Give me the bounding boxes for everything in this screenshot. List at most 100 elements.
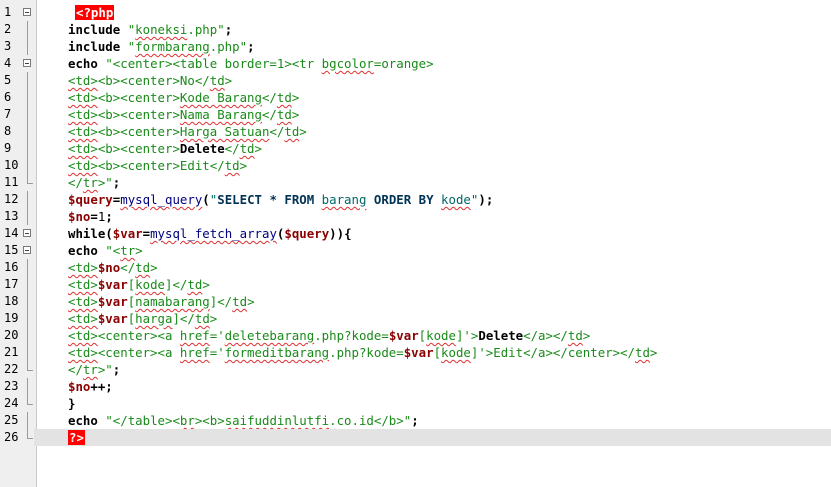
fold-guide-line bbox=[23, 208, 34, 225]
code-area[interactable]: 1 <?php 2 include "koneksi.php"; 3 include "f… bbox=[0, 4, 831, 446]
code-token: td bbox=[224, 158, 240, 173]
code-token: kode bbox=[441, 192, 471, 207]
code-token: mysql_fetch_array bbox=[150, 226, 277, 241]
code-text: echo "</table><br><b>saifuddinlutfi.co.i… bbox=[68, 412, 419, 429]
code-token: ; bbox=[411, 413, 419, 428]
code-token: href bbox=[179, 328, 210, 343]
code-token: ( bbox=[202, 192, 210, 207]
code-line[interactable]: 16 <td>$no</td> bbox=[0, 259, 831, 276]
code-token: >" bbox=[97, 362, 113, 377]
code-token: > bbox=[209, 311, 218, 326]
code-text: <td>$var[harga]</td> bbox=[68, 310, 217, 327]
code-token: koneksi bbox=[135, 22, 188, 37]
code-token: saifuddinlutfi bbox=[224, 413, 330, 428]
code-line[interactable]: 1 <?php bbox=[0, 4, 831, 21]
code-token: > bbox=[239, 158, 248, 173]
fold-toggle-icon[interactable] bbox=[23, 4, 34, 21]
code-token: > bbox=[202, 277, 210, 292]
code-token: </ bbox=[261, 107, 277, 122]
code-token: .co.id</b>" bbox=[329, 413, 412, 428]
code-token: .php?kode= bbox=[329, 345, 404, 360]
code-line[interactable]: 24} bbox=[0, 395, 831, 412]
code-line[interactable]: 10 <td><b><center>Edit</td> bbox=[0, 157, 831, 174]
code-line[interactable]: 3 include "formbarang.php"; bbox=[0, 38, 831, 55]
code-text: <td><b><center>Delete</td> bbox=[68, 140, 262, 157]
fold-toggle-icon[interactable] bbox=[23, 242, 34, 259]
code-token: Delete bbox=[179, 141, 225, 156]
code-line[interactable]: 12 $query=mysql_query("SELECT * FROM bara… bbox=[0, 191, 831, 208]
code-token: td bbox=[239, 141, 255, 156]
code-text: echo "<tr> bbox=[68, 242, 143, 259]
fold-toggle-icon[interactable] bbox=[23, 225, 34, 242]
fold-end-marker bbox=[23, 429, 34, 446]
code-token: kode bbox=[441, 345, 471, 360]
code-token: ]</ bbox=[209, 294, 233, 309]
code-text: while($var=mysql_fetch_array($query)){ bbox=[68, 225, 352, 242]
code-line[interactable]: 25 echo "</table><br><b>saifuddinlutfi.co… bbox=[0, 412, 831, 429]
code-line[interactable]: 15 echo "<tr> bbox=[0, 242, 831, 259]
code-token: td bbox=[187, 277, 203, 292]
fold-guide-line bbox=[23, 123, 34, 140]
code-token: <td> bbox=[68, 90, 98, 105]
code-token: <td> bbox=[68, 158, 98, 173]
code-token: tr bbox=[82, 175, 98, 190]
code-text: <td>$no</td> bbox=[68, 259, 158, 276]
code-text: } bbox=[68, 395, 75, 412]
code-token: .php?kode= bbox=[314, 328, 389, 343]
code-token: Kode Barang bbox=[179, 90, 262, 105]
code-line[interactable]: 5 <td><b><center>No</td> bbox=[0, 72, 831, 89]
code-token: </a></ bbox=[523, 328, 568, 343]
code-token: <b><center>No</ bbox=[97, 73, 210, 88]
code-line[interactable]: 17 <td>$var[kode]</td> bbox=[0, 276, 831, 293]
code-text: <td>$var[namabarang]</td> bbox=[68, 293, 255, 310]
code-token: td bbox=[567, 328, 583, 343]
code-line[interactable]: 2 include "koneksi.php"; bbox=[0, 21, 831, 38]
code-text: $no=1; bbox=[68, 208, 113, 225]
code-token: tr bbox=[120, 243, 136, 258]
code-line[interactable]: 18 <td>$var[namabarang]</td> bbox=[0, 293, 831, 310]
code-editor[interactable]: 1 <?php 2 include "koneksi.php"; 3 include "f… bbox=[0, 0, 831, 487]
fold-guide-line bbox=[23, 72, 34, 89]
code-line[interactable]: 11 </tr>"; bbox=[0, 174, 831, 191]
fold-end-marker bbox=[23, 395, 34, 412]
code-token: td bbox=[635, 345, 650, 360]
code-token: $query bbox=[68, 192, 113, 207]
fold-guide-line bbox=[23, 310, 34, 327]
code-token: bgcolor bbox=[321, 56, 374, 71]
code-line[interactable]: 23 $no++; bbox=[0, 378, 831, 395]
code-line[interactable]: 7 <td><b><center>Nama Barang</td> bbox=[0, 106, 831, 123]
php-tag: ?> bbox=[68, 430, 85, 445]
code-token: formbarang bbox=[135, 39, 210, 54]
code-line[interactable]: 19 <td>$var[harga]</td> bbox=[0, 310, 831, 327]
code-line[interactable]: 8 <td><b><center>Harga Satuan</td> bbox=[0, 123, 831, 140]
code-line[interactable]: 9 <td><b><center>Delete</td> bbox=[0, 140, 831, 157]
code-token: ; bbox=[112, 175, 121, 190]
code-text: <td><b><center>Nama Barang</td> bbox=[68, 106, 299, 123]
code-text: <td><center><a href='deletebarang.php?ko… bbox=[68, 327, 590, 344]
code-line[interactable]: 4 echo "<center><table border=1><tr bgcol… bbox=[0, 55, 831, 72]
code-line[interactable]: 21 <td><center><a href='formeditbarang.ph… bbox=[0, 344, 831, 361]
code-token: $var bbox=[97, 277, 128, 292]
code-token: $var bbox=[388, 328, 419, 343]
code-token: ; bbox=[247, 39, 255, 54]
code-line[interactable]: 20 <td><center><a href='deletebarang.php?… bbox=[0, 327, 831, 344]
code-line[interactable]: 14 while($var=mysql_fetch_array($query)){ bbox=[0, 225, 831, 242]
code-line[interactable]: 22 </tr>"; bbox=[0, 361, 831, 378]
code-line[interactable]: 26 ?> bbox=[0, 429, 831, 446]
code-token: .php" bbox=[209, 39, 248, 54]
code-line[interactable]: 13 $no=1; bbox=[0, 208, 831, 225]
code-token: = bbox=[142, 226, 151, 241]
code-line[interactable]: 6 <td><b><center>Kode Barang</td> bbox=[0, 89, 831, 106]
code-token: <b><center> bbox=[97, 141, 180, 156]
code-token: <td> bbox=[68, 294, 98, 309]
code-token: > bbox=[291, 107, 300, 122]
fold-guide-line bbox=[23, 293, 34, 310]
code-token: include bbox=[68, 39, 128, 54]
code-token: echo bbox=[68, 413, 106, 428]
code-token: ; bbox=[224, 22, 233, 37]
code-token: "< bbox=[105, 243, 121, 258]
fold-toggle-icon[interactable] bbox=[23, 55, 34, 72]
code-token: ( bbox=[105, 226, 113, 241]
code-token: </ bbox=[120, 260, 136, 275]
code-token: $var bbox=[97, 311, 128, 326]
